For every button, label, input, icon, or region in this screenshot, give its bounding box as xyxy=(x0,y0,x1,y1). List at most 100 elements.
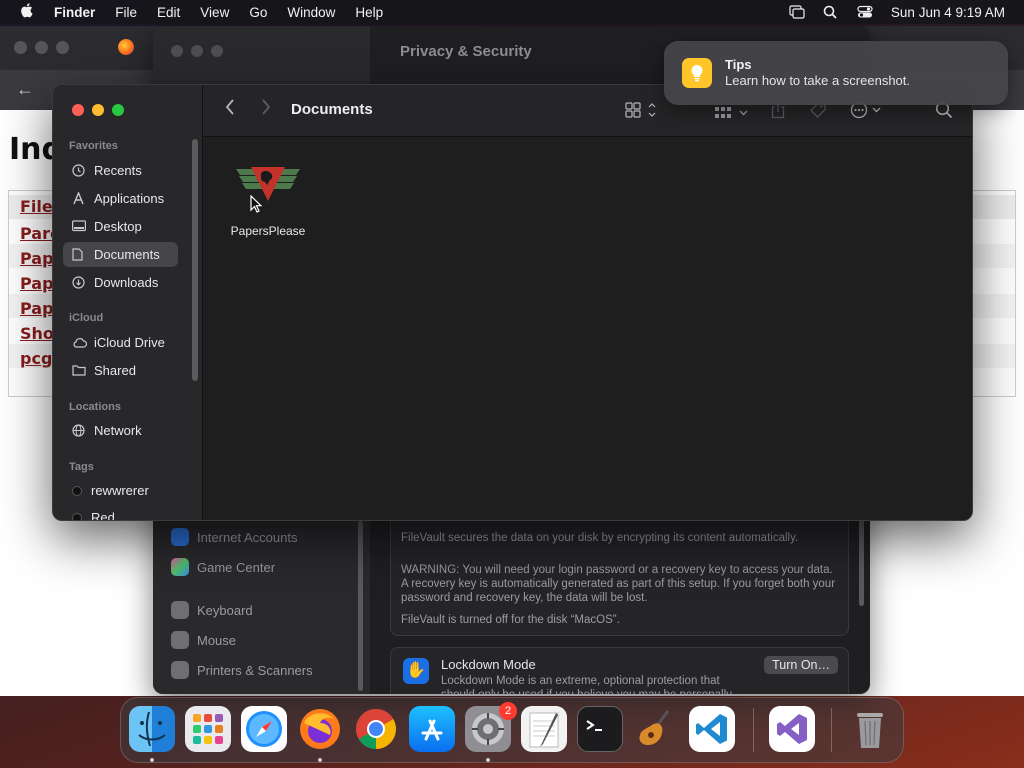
sidebar-item-shared[interactable]: Shared xyxy=(63,358,178,383)
file-name: PapersPlease xyxy=(230,224,306,238)
download-icon xyxy=(72,276,85,289)
dock-chrome-icon[interactable] xyxy=(353,706,399,752)
sidebar-item-label: Shared xyxy=(94,363,136,378)
sidebar-item-label: Mouse xyxy=(197,632,237,648)
filevault-card: FileVault secures the data on your disk … xyxy=(390,506,849,636)
finder-zoom-button[interactable] xyxy=(112,104,124,116)
dock-safari-icon[interactable] xyxy=(241,706,287,752)
screen-mirroring-icon[interactable] xyxy=(789,5,805,19)
cloud-icon xyxy=(72,336,88,349)
sidebar-item-mouse[interactable]: Mouse xyxy=(171,631,236,649)
dock-running-indicator xyxy=(318,758,322,762)
section-icloud: iCloud xyxy=(69,312,104,324)
finder-sidebar-scrollbar[interactable] xyxy=(192,139,198,381)
turn-on-lockdown-button[interactable]: Turn On… xyxy=(764,656,838,674)
control-center-icon[interactable] xyxy=(857,5,873,19)
settings-page-title: Privacy & Security xyxy=(400,43,532,60)
menu-edit[interactable]: Edit xyxy=(147,5,190,20)
dock-vscode-icon[interactable] xyxy=(689,706,735,752)
settings-sidebar-scrollbar[interactable] xyxy=(358,521,363,691)
section-favorites: Favorites xyxy=(69,140,118,152)
group-by-icon[interactable] xyxy=(714,104,750,125)
settings-zoom-button[interactable] xyxy=(211,45,223,57)
clock-icon xyxy=(72,164,85,177)
menu-go[interactable]: Go xyxy=(239,5,277,20)
sidebar-item-label: iCloud Drive xyxy=(94,335,165,350)
sidebar-item-label: Downloads xyxy=(94,275,159,290)
sidebar-item-label: Applications xyxy=(94,191,165,206)
sidebar-item-documents[interactable]: Documents xyxy=(63,242,178,267)
sidebar-item-tag-rewwrerer[interactable]: rewwrerer xyxy=(63,478,178,503)
dock-visual-studio-icon[interactable] xyxy=(769,706,815,752)
menu-file[interactable]: File xyxy=(105,5,147,20)
browser-minimize-button[interactable] xyxy=(35,41,48,54)
shared-folder-icon xyxy=(72,364,86,377)
browser-zoom-button[interactable] xyxy=(56,41,69,54)
globe-icon xyxy=(72,424,85,437)
dock-finder-icon[interactable] xyxy=(129,706,175,752)
spotlight-search-icon[interactable] xyxy=(823,5,839,19)
menu-window[interactable]: Window xyxy=(277,5,345,20)
back-chevron-icon[interactable] xyxy=(225,99,235,120)
view-as-icons-icon[interactable] xyxy=(625,102,657,123)
keyboard-icon xyxy=(171,601,189,619)
finder-close-button[interactable] xyxy=(72,104,84,116)
forward-chevron-icon[interactable] xyxy=(261,99,271,120)
dock-garageband-icon[interactable] xyxy=(633,706,679,752)
dock-app-store-icon[interactable] xyxy=(409,706,455,752)
sidebar-item-label: Network xyxy=(94,423,142,438)
tag-dot-icon xyxy=(72,512,82,520)
settings-content-scrollbar[interactable] xyxy=(859,516,864,606)
applications-icon xyxy=(72,191,85,205)
notification-title: Tips xyxy=(725,57,752,72)
sidebar-item-keyboard[interactable]: Keyboard xyxy=(171,601,253,619)
table-header-link[interactable]: File xyxy=(20,197,53,216)
filevault-status: FileVault is turned off for the disk “Ma… xyxy=(401,614,620,626)
settings-minimize-button[interactable] xyxy=(191,45,203,57)
notification-badge: 2 xyxy=(499,702,517,720)
sidebar-item-network[interactable]: Network xyxy=(63,418,178,443)
dock-trash-icon[interactable] xyxy=(847,706,893,752)
menu-view[interactable]: View xyxy=(190,5,239,20)
sidebar-item-label: Internet Accounts xyxy=(197,529,298,545)
sidebar-item-internet-accounts[interactable]: Internet Accounts xyxy=(171,528,297,546)
papers-please-app-icon xyxy=(235,165,301,205)
browser-back-arrow-icon[interactable]: ← xyxy=(16,79,34,100)
sidebar-item-printers[interactable]: Printers & Scanners xyxy=(171,661,313,679)
at-sign-icon xyxy=(171,528,189,546)
dock-launchpad-icon[interactable] xyxy=(185,706,231,752)
sidebar-item-applications[interactable]: Applications xyxy=(63,186,178,211)
sidebar-item-tag-red[interactable]: Red xyxy=(63,505,178,521)
sidebar-item-desktop[interactable]: Desktop xyxy=(63,214,178,239)
menu-app-name[interactable]: Finder xyxy=(54,5,105,20)
sidebar-item-label: rewwrerer xyxy=(91,483,149,498)
game-center-icon xyxy=(171,558,189,576)
sidebar-item-recents[interactable]: Recents xyxy=(63,158,178,183)
dock-firefox-icon[interactable] xyxy=(297,706,343,752)
sidebar-item-label: Documents xyxy=(94,247,160,262)
lightbulb-icon xyxy=(682,58,712,88)
sidebar-item-game-center[interactable]: Game Center xyxy=(171,558,275,576)
sidebar-item-icloud-drive[interactable]: iCloud Drive xyxy=(63,330,178,355)
sidebar-item-label: Red xyxy=(91,510,115,521)
menu-help[interactable]: Help xyxy=(345,5,393,20)
settings-close-button[interactable] xyxy=(171,45,183,57)
lockdown-title: Lockdown Mode xyxy=(441,657,536,672)
dock-terminal-icon[interactable] xyxy=(577,706,623,752)
tips-notification[interactable]: Tips Learn how to take a screenshot. xyxy=(664,41,1008,105)
menu-clock[interactable]: Sun Jun 4 9:19 AM xyxy=(891,5,1005,20)
dock-textedit-icon[interactable] xyxy=(521,706,567,752)
file-item-papersplease[interactable]: PapersPlease xyxy=(228,165,308,238)
finder-minimize-button[interactable] xyxy=(92,104,104,116)
desktop-icon xyxy=(72,220,87,233)
lockdown-card: ✋ Lockdown Mode Lockdown Mode is an extr… xyxy=(390,647,849,694)
sidebar-item-label: Recents xyxy=(94,163,142,178)
sidebar-item-label: Desktop xyxy=(94,219,142,234)
tag-dot-icon xyxy=(72,485,82,496)
sidebar-item-downloads[interactable]: Downloads xyxy=(63,270,178,295)
section-tags: Tags xyxy=(69,461,94,473)
browser-close-button[interactable] xyxy=(14,41,27,54)
apple-menu-icon[interactable] xyxy=(0,2,54,22)
mouse-icon xyxy=(171,631,189,649)
dock-running-indicator xyxy=(486,758,490,762)
